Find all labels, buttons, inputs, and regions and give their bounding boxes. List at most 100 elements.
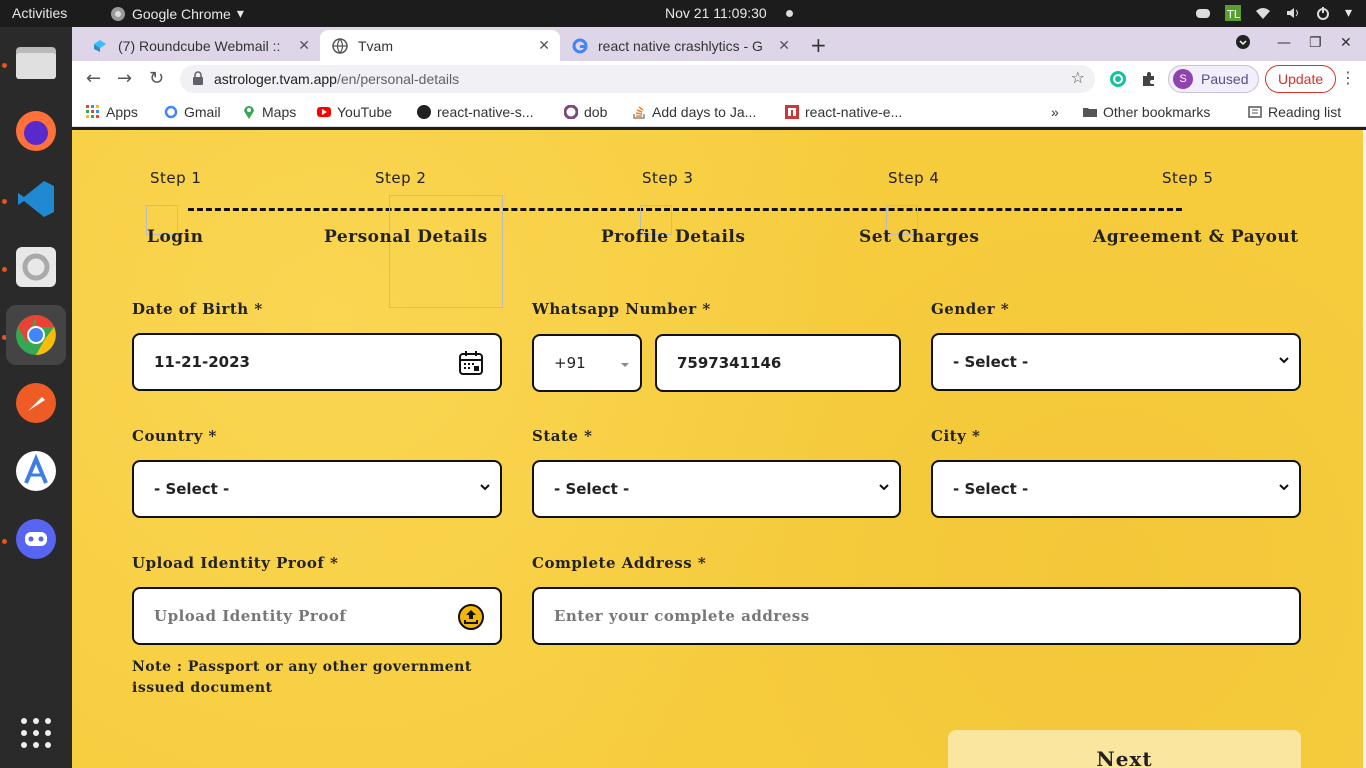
activities-button[interactable]: Activities [12,5,67,21]
next-button[interactable]: Next [948,730,1301,768]
id-proof-upload[interactable]: Upload Identity Proof [132,587,502,645]
android-studio-icon [16,451,56,491]
extensions-puzzle-icon[interactable] [1141,71,1157,87]
postman-icon [16,383,56,423]
tab-search-icon[interactable] [1236,35,1250,53]
step-5-number: Step 5 [1162,169,1214,187]
dock-vscode[interactable] [6,169,66,229]
calendar-icon[interactable] [458,350,484,376]
bookmark-dob[interactable]: dob [564,104,607,120]
gender-select[interactable]: - Select - [931,333,1301,391]
tab-strip: (7) Roundcube Webmail :: ✕ Tvam ✕ react … [72,27,1366,61]
bookmark-gmail[interactable]: Gmail [164,104,221,120]
globe-icon [332,37,348,54]
step-5-label[interactable]: Agreement & Payout [1093,227,1299,247]
reload-button[interactable]: ↻ [149,68,164,89]
country-code-select[interactable]: +91 [532,334,642,392]
tab-crashlytics[interactable]: react native crashlytics - G ✕ [560,30,800,61]
back-button[interactable]: ← [86,68,101,89]
city-select[interactable]: - Select - [931,460,1301,518]
settings-icon [16,247,56,287]
dock-files[interactable] [6,33,66,93]
address-bar[interactable]: astrologer.tvam.app/en/personal-details … [180,65,1095,93]
url-path: /en/personal-details [336,71,460,87]
country-select[interactable]: - Select - [132,460,502,518]
step-1-label[interactable]: Login [147,227,204,247]
other-bookmarks[interactable]: Other bookmarks [1083,104,1210,120]
gender-label: Gender * [931,300,1010,318]
new-tab-button[interactable]: + [810,33,827,57]
bookmark-maps[interactable]: Maps [242,104,296,120]
app-menu[interactable]: Google Chrome ▾ [110,5,244,22]
system-tray[interactable]: TL ▾ [1195,4,1352,21]
tab-tvam[interactable]: Tvam ✕ [320,30,560,61]
close-icon[interactable]: ✕ [778,37,790,54]
dob-label: Date of Birth * [132,300,263,318]
bookmark-youtube[interactable]: YouTube [317,104,392,120]
step-3-number: Step 3 [642,169,694,187]
folder-icon [1083,108,1097,117]
whatsapp-value: 7597341146 [677,354,782,372]
maximize-button[interactable]: ❐ [1309,35,1322,51]
tab-roundcube[interactable]: (7) Roundcube Webmail :: ✕ [80,30,320,61]
close-icon[interactable]: ✕ [298,37,310,54]
step-4-label[interactable]: Set Charges [859,227,980,247]
state-label: State * [532,427,593,445]
state-select[interactable]: - Select - [532,460,901,518]
address-input[interactable]: Enter your complete address [532,587,1301,645]
volume-icon[interactable] [1285,5,1301,21]
address-placeholder: Enter your complete address [554,607,810,625]
stepper-dashed-line [188,208,1182,211]
url-text[interactable]: astrologer.tvam.app/en/personal-details [214,71,459,87]
bookmark-star-icon[interactable]: ☆ [1071,68,1085,87]
browser-window: (7) Roundcube Webmail :: ✕ Tvam ✕ react … [72,27,1366,768]
chevron-down-icon[interactable]: ▾ [1345,4,1352,21]
step-2-label[interactable]: Personal Details [324,227,488,247]
whatsapp-label: Whatsapp Number * [532,300,711,318]
step-3-label[interactable]: Profile Details [601,227,745,247]
avatar: S [1173,69,1193,89]
dock-discord[interactable] [6,509,66,569]
dob-icon [564,105,578,119]
discord-tray-icon[interactable] [1195,5,1211,21]
close-window-button[interactable]: ✕ [1340,35,1352,51]
state-value: - Select - [554,480,630,498]
minimize-button[interactable]: — [1277,35,1291,51]
vscode-icon [18,181,54,217]
kebab-menu-icon[interactable]: ⋮ [1340,68,1356,87]
roundcube-icon [92,38,108,54]
address-label: Complete Address * [532,554,707,572]
apps-grid-icon [86,105,99,118]
country-code-value: +91 [554,354,586,372]
forward-button[interactable]: → [117,68,132,89]
chrome-icon [111,6,125,21]
id-proof-note: Note : Passport or any other government … [132,659,472,696]
bookmark-react-native-s[interactable]: react-native-s... [417,104,533,120]
bookmark-add-days[interactable]: Add days to Ja... [632,104,756,120]
bookmarks-overflow[interactable]: » [1051,104,1059,120]
gender-value: - Select - [953,353,1029,371]
dob-input[interactable]: 11-21-2023 [132,333,502,391]
power-icon[interactable] [1315,5,1331,21]
whatsapp-input[interactable]: 7597341146 [655,334,901,392]
update-button[interactable]: Update [1265,65,1337,93]
dock-chrome[interactable] [6,305,66,365]
chevron-down-icon [1279,357,1289,364]
tl-tray-icon[interactable]: TL [1224,4,1241,21]
clock[interactable]: Nov 21 11:09:30 [665,5,767,21]
upload-icon[interactable] [458,604,484,630]
bookmark-apps[interactable]: Apps [86,104,138,120]
dock-settings[interactable] [6,237,66,297]
close-icon[interactable]: ✕ [538,37,550,54]
dock-postman[interactable] [6,373,66,433]
profile-button[interactable]: S Paused [1168,65,1260,93]
bookmark-react-native-e[interactable]: react-native-e... [785,104,902,120]
github-icon [417,105,431,119]
grammarly-icon[interactable] [1110,71,1126,87]
wifi-icon[interactable] [1255,5,1271,21]
dock-firefox[interactable] [6,101,66,161]
dock-android-studio[interactable] [6,441,66,501]
reading-list[interactable]: Reading list [1248,104,1341,120]
show-apps-grid-icon[interactable] [20,717,52,749]
lock-icon[interactable] [192,71,204,85]
